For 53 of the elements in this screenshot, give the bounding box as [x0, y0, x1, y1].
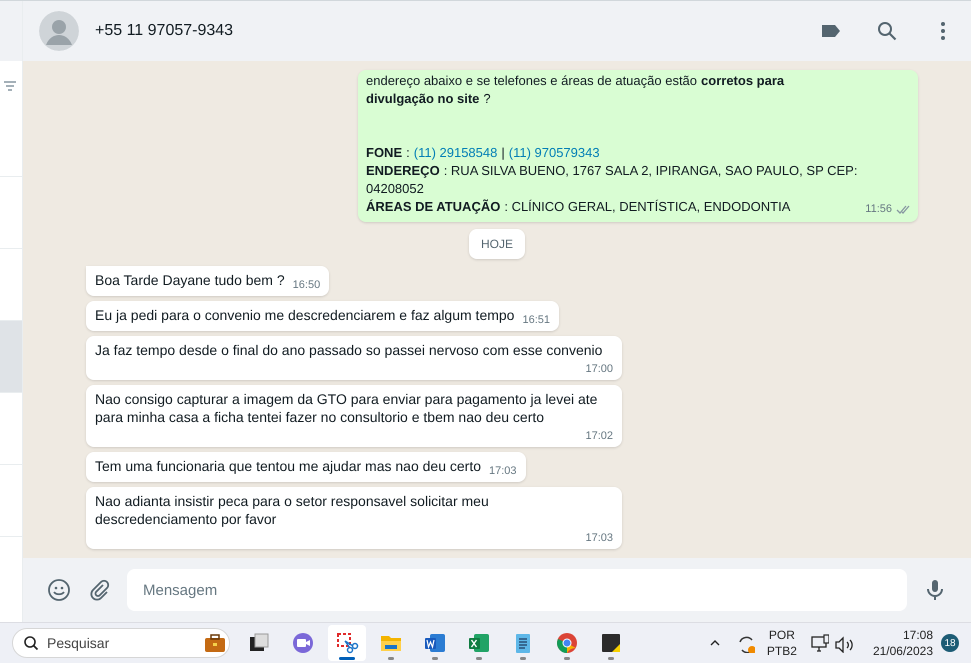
message-text: :	[406, 144, 410, 162]
search-icon[interactable]	[875, 19, 899, 43]
taskbar-app-button[interactable]	[328, 625, 366, 661]
date-divider: HOJE	[468, 229, 525, 259]
search-icon	[23, 635, 39, 651]
phone-link[interactable]: (11) 29158548	[414, 144, 498, 162]
avatar-icon	[39, 11, 79, 51]
message-time: 17:03	[584, 531, 613, 545]
document-icon	[423, 631, 447, 655]
video-chat-icon	[291, 631, 315, 655]
message-time: 16:51	[521, 313, 550, 327]
emoji-icon[interactable]	[47, 578, 71, 602]
phone-link[interactable]: (11) 970579343	[508, 144, 600, 162]
message-text: : RUA SILVA BUENO, 1767 SALA 2, IPIRANGA, SAO PAULO, SP CEP:	[444, 162, 858, 180]
clock-date: 21/06/2023	[872, 643, 933, 659]
message-time: 17:00	[584, 362, 613, 376]
field-label: ENDEREÇO	[366, 162, 440, 180]
message-text: endereço abaixo e se telefones e áreas de atuação estão	[366, 72, 698, 90]
message-text: : CLÍNICO GERAL, DENTÍSTICA, ENDODONTIA	[504, 198, 790, 216]
message-text: |	[501, 144, 505, 162]
field-label: ÁREAS DE ATUAÇÃO	[366, 198, 500, 216]
search-field[interactable]: Pesquisar	[12, 628, 230, 658]
search-placeholder: Pesquisar	[47, 634, 110, 653]
browser-icon	[555, 631, 579, 655]
message-text: Boa Tarde Dayane tudo bem ?	[95, 271, 285, 289]
field-label: divulgação no site	[366, 90, 480, 108]
message-text: Nao consigo capturar a imagem da GTO para enviar para pagamento ja levei ate para minha casa a ficha tentei fazer no consultorio e tbem nao deu certo	[95, 390, 598, 426]
message-text: 04208052	[366, 180, 424, 198]
message-time: 16:50	[292, 278, 320, 292]
notification-badge[interactable]: 18	[941, 634, 959, 652]
message-text: ?	[483, 90, 491, 108]
message-text: Nao adianta insistir peca para o setor responsavel solicitar meu descredenciamento por favor	[95, 492, 490, 528]
language-text: POR	[768, 627, 795, 643]
filter-icon[interactable]	[2, 79, 16, 93]
network-icon[interactable]	[808, 633, 829, 653]
message-time: 17:03	[488, 464, 517, 478]
scissors-icon	[335, 631, 359, 655]
field-label: FONE	[366, 144, 402, 162]
message-time: 11:56	[865, 202, 892, 217]
message-text: Ja faz tempo desde o final do ano passado so passei nervoso com esse convenio	[95, 341, 602, 359]
contact-name: +55 11 97057-9343	[95, 21, 234, 41]
message-time: 17:02	[584, 429, 613, 443]
language-text: PTB2	[766, 643, 797, 659]
clock-time: 17:08	[902, 627, 933, 643]
sticky-note-icon	[599, 631, 623, 655]
message-text: Eu ja pedi para o convenio me descredenciarem e faz algum tempo	[95, 306, 514, 324]
field-label: corretos para	[701, 72, 784, 90]
clock[interactable]: 17:08 21/06/2023	[872, 627, 933, 659]
message-input[interactable]: Mensagem	[127, 569, 907, 611]
spreadsheet-icon	[467, 631, 491, 655]
message-text: Tem uma funcionaria que tentou me ajudar mas nao deu certo	[95, 457, 482, 475]
language-indicator[interactable]: POR PTB2	[766, 627, 797, 659]
briefcase-icon	[203, 632, 225, 654]
